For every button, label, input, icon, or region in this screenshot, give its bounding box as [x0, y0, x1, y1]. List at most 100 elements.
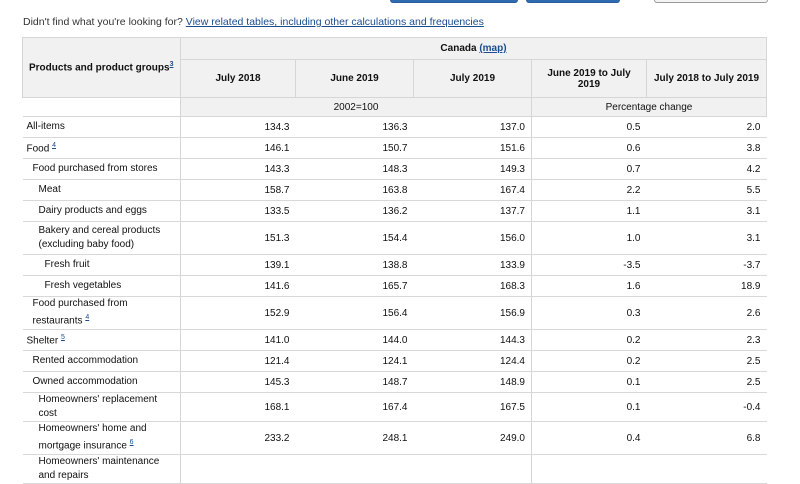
footnote-3-link[interactable]: 3 [170, 61, 174, 68]
value-cell: 167.5 [413, 392, 532, 422]
row-label: Food purchased from stores [32, 163, 158, 174]
value-cell: 141.6 [180, 275, 296, 297]
table-row: Homeowners' replacement cost 168.1 167.4 16… [22, 392, 767, 422]
value-cell [646, 454, 767, 484]
value-cell: 249.0 [413, 421, 532, 455]
value-cell: 1.1 [531, 200, 647, 222]
map-link[interactable]: (map) [479, 43, 506, 54]
value-cell: 144.0 [295, 329, 414, 351]
column-header: June 2019 [295, 59, 414, 98]
table-row: Homeowners' maintenance and repairs [22, 454, 767, 484]
value-cell: 0.2 [531, 350, 647, 372]
value-cell: 168.3 [413, 275, 532, 297]
value-cell: 2.2 [531, 179, 647, 201]
value-cell: 137.7 [413, 200, 532, 222]
row-label: Food purchased from restaurants [32, 298, 128, 327]
row-label: Homeowners' maintenance and repairs [38, 456, 160, 481]
table-row: Food purchased from restaurants 4 152.9 15… [22, 296, 767, 330]
row-label-cell: Dairy products and eggs [22, 200, 181, 222]
row-label-cell: Food purchased from stores [22, 158, 181, 180]
row-label: Bakery and cereal products (excluding ba… [38, 225, 161, 250]
value-cell: 233.2 [180, 421, 296, 455]
value-cell: 156.0 [413, 221, 532, 255]
row-label-cell: Fresh vegetables [22, 275, 181, 297]
value-cell: 5.5 [646, 179, 767, 201]
geography-header: Canada (map) [180, 37, 767, 60]
toolbar [0, 0, 800, 4]
value-cell: 144.3 [413, 329, 532, 351]
value-cell: 158.7 [180, 179, 296, 201]
value-cell: 0.4 [531, 421, 647, 455]
notice-text: Didn't find what you're looking for? [23, 16, 183, 28]
value-cell: 2.0 [646, 116, 767, 138]
value-cell: 1.0 [531, 221, 647, 255]
value-cell: 150.7 [295, 137, 414, 159]
unit-change-header: Percentage change [531, 97, 767, 117]
column-header: July 2019 [413, 59, 532, 98]
column-header: July 2018 to July 2019 [646, 59, 767, 98]
value-cell: -3.5 [531, 254, 647, 276]
add-remove-data-button[interactable] [526, 0, 620, 3]
row-label: Owned accommodation [32, 376, 138, 387]
row-label: All-items [26, 121, 65, 132]
download-options-button[interactable] [654, 0, 768, 3]
table-row: Food purchased from stores 143.3 148.3 149.… [22, 158, 767, 180]
value-cell: 1.6 [531, 275, 647, 297]
table-row: All-items 134.3 136.3 137.0 0.5 2.0 [22, 116, 767, 138]
value-cell: 133.5 [180, 200, 296, 222]
value-cell: 3.1 [646, 221, 767, 255]
value-cell: 0.6 [531, 137, 647, 159]
value-cell: 3.8 [646, 137, 767, 159]
value-cell: 6.8 [646, 421, 767, 455]
value-cell: -0.4 [646, 392, 767, 422]
value-cell: 124.1 [295, 350, 414, 372]
value-cell: 121.4 [180, 350, 296, 372]
value-cell [180, 454, 296, 484]
value-cell: 136.3 [295, 116, 414, 138]
row-label-cell: Homeowners' replacement cost [22, 392, 181, 422]
table-row: Homeowners' home and mortgage insurance … [22, 421, 767, 455]
table-row: Owned accommodation 145.3 148.7 148.9 0.1 2.5 [22, 371, 767, 393]
value-cell [531, 454, 647, 484]
value-cell: 3.1 [646, 200, 767, 222]
data-table: Products and product groups3 Canada (map… [22, 37, 767, 484]
table-row: Fresh fruit 139.1 138.8 133.9 -3.5 -3.7 [22, 254, 767, 276]
value-cell: 2.5 [646, 350, 767, 372]
table-row: Food 4 146.1 150.7 151.6 0.6 3.8 [22, 137, 767, 159]
row-label-cell: Bakery and cereal products (excluding ba… [22, 221, 181, 255]
row-label-cell: All-items [22, 116, 181, 138]
related-tables-link[interactable]: View related tables, including other cal… [186, 16, 484, 28]
value-cell: 149.3 [413, 158, 532, 180]
unit-header-empty [22, 97, 181, 117]
footnote-link[interactable]: 6 [130, 439, 134, 446]
value-cell: 138.8 [295, 254, 414, 276]
footnote-link[interactable]: 4 [85, 314, 89, 321]
row-label-cell: Homeowners' maintenance and repairs [22, 454, 181, 484]
add-remove-reference-period-button[interactable] [390, 0, 518, 3]
value-cell: 0.5 [531, 116, 647, 138]
value-cell: 2.6 [646, 296, 767, 330]
value-cell: 145.3 [180, 371, 296, 393]
row-header: Products and product groups3 [22, 37, 181, 98]
value-cell: 152.9 [180, 296, 296, 330]
value-cell: 167.4 [413, 179, 532, 201]
row-label-cell: Meat [22, 179, 181, 201]
value-cell: 163.8 [295, 179, 414, 201]
row-label-cell: Homeowners' home and mortgage insurance … [22, 421, 181, 455]
value-cell: 168.1 [180, 392, 296, 422]
row-label: Homeowners' home and mortgage insurance [38, 423, 147, 452]
value-cell: -3.7 [646, 254, 767, 276]
column-header: July 2018 [180, 59, 296, 98]
row-label: Meat [38, 184, 61, 195]
row-label: Fresh fruit [44, 259, 90, 270]
row-label-cell: Rented accommodation [22, 350, 181, 372]
row-label: Rented accommodation [32, 355, 139, 366]
value-cell: 148.9 [413, 371, 532, 393]
value-cell: 248.1 [295, 421, 414, 455]
footnote-link[interactable]: 5 [61, 334, 65, 341]
footnote-link[interactable]: 4 [52, 142, 56, 149]
value-cell: 141.0 [180, 329, 296, 351]
value-cell: 139.1 [180, 254, 296, 276]
value-cell [413, 454, 532, 484]
value-cell: 4.2 [646, 158, 767, 180]
